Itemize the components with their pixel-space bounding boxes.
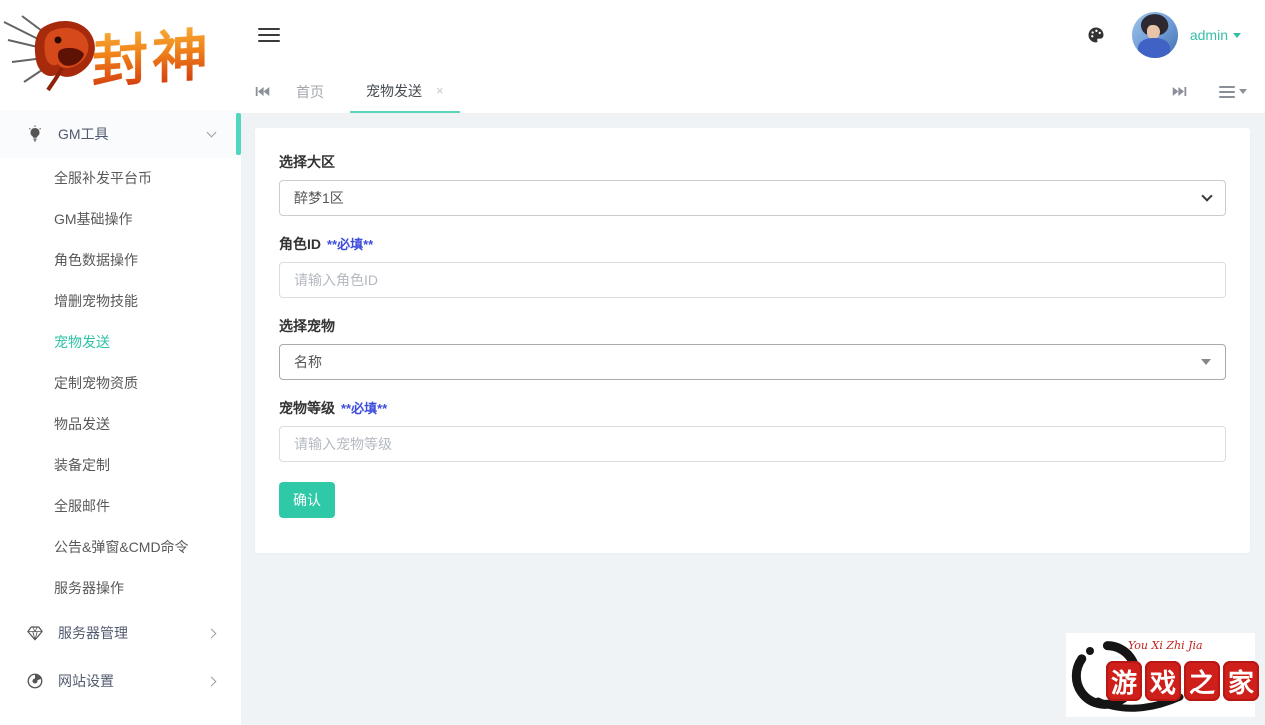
main-area: admin 首页 宠物发送 × bbox=[241, 0, 1265, 725]
sidebar-item-gm-basic[interactable]: GM基础操作 bbox=[0, 199, 241, 240]
globe-icon bbox=[26, 672, 44, 690]
pet-send-form-card: 选择大区 醉梦1区 角色ID **必填** 选择宠物 名 bbox=[255, 128, 1250, 553]
skip-forward-icon[interactable] bbox=[1172, 85, 1187, 98]
sidebar: 封神 GM工具 全服补发平台币 GM基础操作 角色数据操作 增删宠物技能 宠物发… bbox=[0, 0, 241, 725]
sidebar-item-equip-custom[interactable]: 装备定制 bbox=[0, 445, 241, 486]
sidebar-item-item-send[interactable]: 物品发送 bbox=[0, 404, 241, 445]
seal-char: 戏 bbox=[1145, 661, 1181, 701]
sidebar-item-role-data[interactable]: 角色数据操作 bbox=[0, 240, 241, 281]
gm-tools-submenu: 全服补发平台币 GM基础操作 角色数据操作 增删宠物技能 宠物发送 定制宠物资质… bbox=[0, 158, 241, 609]
chevron-right-icon bbox=[207, 628, 217, 638]
chevron-right-icon bbox=[207, 676, 217, 686]
user-avatar[interactable] bbox=[1132, 12, 1178, 58]
select-value: 名称 bbox=[294, 352, 322, 372]
chevron-down-icon bbox=[207, 128, 217, 138]
caret-down-icon bbox=[1233, 33, 1241, 38]
user-dropdown[interactable]: admin bbox=[1190, 27, 1241, 43]
top-header: admin bbox=[241, 0, 1265, 70]
field-label: 选择大区 bbox=[279, 152, 335, 172]
select-value: 醉梦1区 bbox=[294, 188, 344, 208]
skip-backward-icon[interactable] bbox=[255, 85, 270, 98]
sidebar-section-gm-tools[interactable]: GM工具 bbox=[0, 110, 241, 158]
tab-bar: 首页 宠物发送 × bbox=[241, 70, 1265, 114]
field-label: 宠物等级 bbox=[279, 398, 335, 418]
caret-down-icon bbox=[1239, 89, 1247, 94]
sidebar-item-platform-coin[interactable]: 全服补发平台币 bbox=[0, 158, 241, 199]
chevron-down-icon bbox=[1201, 190, 1212, 201]
section-label: 网站设置 bbox=[58, 671, 208, 691]
required-badge: **必填** bbox=[341, 398, 387, 417]
seal-char: 之 bbox=[1184, 661, 1220, 701]
list-icon bbox=[1219, 83, 1235, 101]
watermark-logo: You Xi Zhi Jia 游 戏 之 家 bbox=[1066, 633, 1255, 717]
field-pet-level: 宠物等级 **必填** bbox=[279, 398, 1226, 462]
sidebar-item-pet-skill[interactable]: 增删宠物技能 bbox=[0, 281, 241, 322]
theme-palette-icon[interactable] bbox=[1086, 25, 1106, 45]
field-label: 选择宠物 bbox=[279, 316, 335, 336]
tab-pet-send[interactable]: 宠物发送 × bbox=[350, 70, 460, 113]
close-icon[interactable]: × bbox=[436, 83, 444, 98]
tab-home[interactable]: 首页 bbox=[282, 70, 338, 113]
sidebar-item-pet-quality[interactable]: 定制宠物资质 bbox=[0, 363, 241, 404]
watermark-script-text: You Xi Zhi Jia bbox=[1128, 639, 1203, 652]
seal-row: 游 戏 之 家 bbox=[1106, 661, 1259, 701]
field-pet-select: 选择宠物 名称 bbox=[279, 316, 1226, 380]
tab-actions-menu[interactable] bbox=[1219, 83, 1247, 101]
brand-title: 封神 bbox=[92, 10, 212, 100]
section-label: GM工具 bbox=[58, 124, 208, 144]
field-role-id: 角色ID **必填** bbox=[279, 234, 1226, 298]
active-section-indicator bbox=[236, 113, 241, 155]
seal-char: 游 bbox=[1106, 661, 1142, 701]
app-logo: 封神 bbox=[0, 0, 241, 110]
sidebar-section-site-settings[interactable]: 网站设置 bbox=[0, 657, 241, 705]
sidebar-nav: GM工具 全服补发平台币 GM基础操作 角色数据操作 增删宠物技能 宠物发送 定… bbox=[0, 110, 241, 705]
pet-level-input[interactable] bbox=[279, 426, 1226, 462]
diamond-icon bbox=[26, 624, 44, 642]
sidebar-item-announce-cmd[interactable]: 公告&弹窗&CMD命令 bbox=[0, 527, 241, 568]
content-area: 选择大区 醉梦1区 角色ID **必填** 选择宠物 名 bbox=[241, 114, 1265, 725]
server-region-select[interactable]: 醉梦1区 bbox=[279, 180, 1226, 216]
sidebar-item-all-mail[interactable]: 全服邮件 bbox=[0, 486, 241, 527]
menu-toggle-icon[interactable] bbox=[258, 24, 280, 46]
tab-label: 首页 bbox=[296, 82, 324, 102]
section-label: 服务器管理 bbox=[58, 623, 208, 643]
pet-select[interactable]: 名称 bbox=[279, 344, 1226, 380]
sidebar-item-server-ops[interactable]: 服务器操作 bbox=[0, 568, 241, 609]
sidebar-item-pet-send[interactable]: 宠物发送 bbox=[0, 322, 241, 363]
seal-char: 家 bbox=[1223, 661, 1259, 701]
required-badge: **必填** bbox=[327, 234, 373, 253]
triangle-down-icon bbox=[1201, 359, 1211, 365]
username-label: admin bbox=[1190, 27, 1228, 43]
sidebar-section-server-manage[interactable]: 服务器管理 bbox=[0, 609, 241, 657]
lightbulb-icon bbox=[26, 125, 44, 143]
confirm-button[interactable]: 确认 bbox=[279, 482, 335, 518]
field-label: 角色ID bbox=[279, 234, 321, 254]
role-id-input[interactable] bbox=[279, 262, 1226, 298]
tab-label: 宠物发送 bbox=[366, 81, 422, 101]
field-server-region: 选择大区 醉梦1区 bbox=[279, 152, 1226, 216]
